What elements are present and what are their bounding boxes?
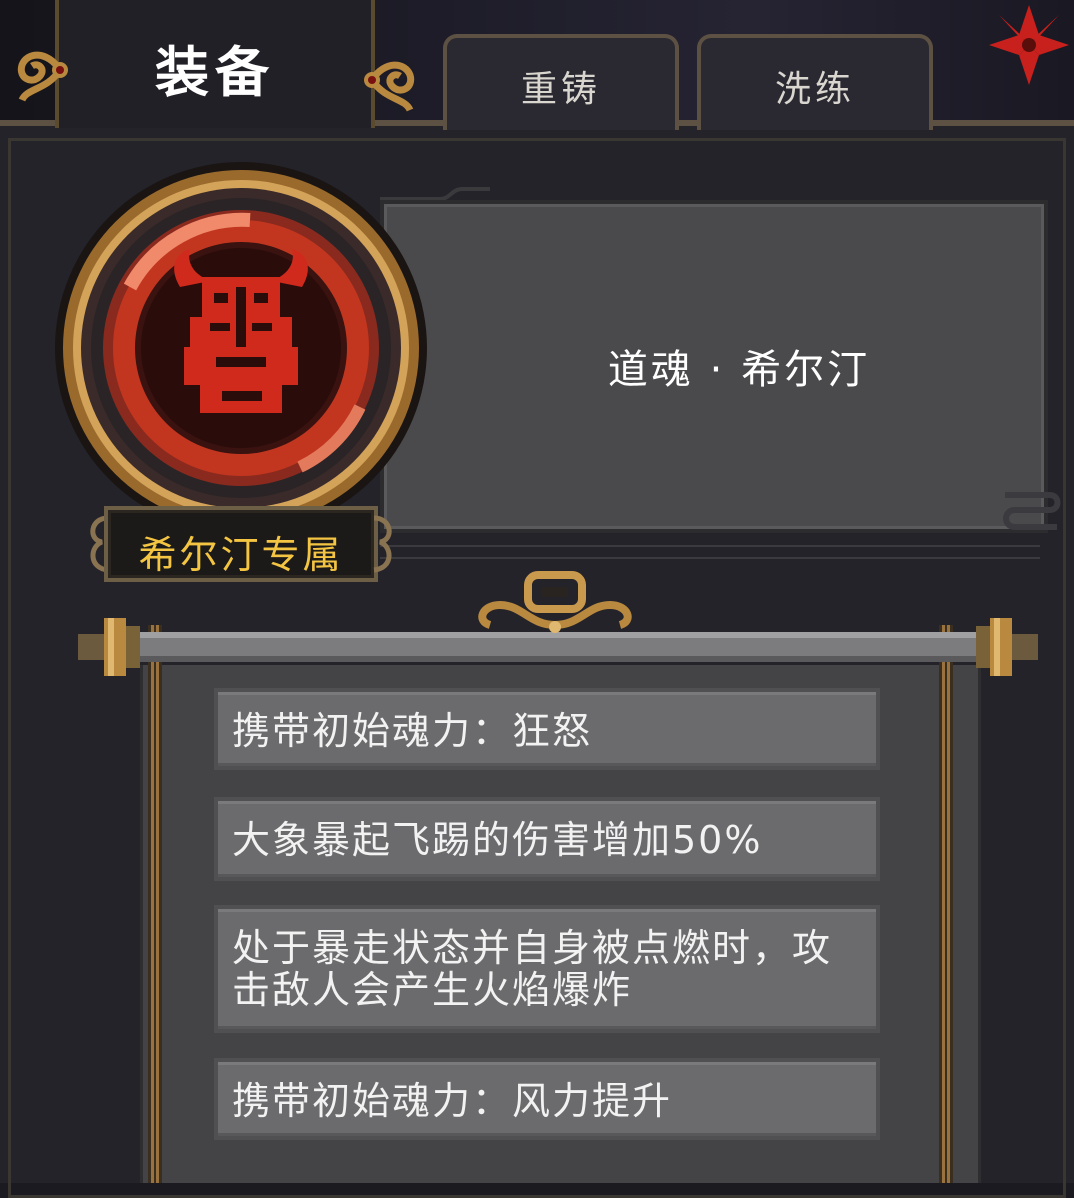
tab-reforge-label: 重铸 [520,69,601,110]
item-name-plate: 道魂 · 希尔汀 [380,200,1048,533]
tab-refine-label: 洗练 [774,69,855,110]
exclusive-badge: 希尔汀专属 [82,500,400,588]
tab-reforge[interactable]: 重铸 [443,34,679,130]
tab-equip-label: 装备 [155,41,275,104]
exclusive-label: 希尔汀专属 [138,533,344,577]
item-name: 道魂 · 希尔汀 [607,347,871,393]
effect-row-1: 携带初始魂力：狂怒 [214,688,880,770]
tab-ornament-left-icon [17,51,68,102]
tab-ornament-right-icon [364,61,415,112]
effect-text-1: 携带初始魂力：狂怒 [232,709,593,753]
scroll-top-ornament-icon [478,571,632,633]
scroll-stripe-left [148,625,162,1183]
badge-frame: 希尔汀专属 [104,506,378,582]
item-medallion[interactable] [50,157,432,539]
red-flower-decoration [989,5,1069,85]
effect-text-4: 携带初始魂力：风力提升 [232,1079,673,1123]
name-plate-underline [380,545,1040,559]
scroll-stripe-right [939,625,953,1183]
effect-text-3: 处于暴走状态并自身被点燃时，攻击敌人会产生火焰爆炸 [232,926,833,1012]
badge-ornament-right-icon [373,515,392,573]
effect-row-4: 携带初始魂力：风力提升 [214,1058,880,1140]
effect-row-3: 处于暴走状态并自身被点燃时，攻击敌人会产生火焰爆炸 [214,905,880,1033]
effect-row-2: 大象暴起飞踢的伤害增加50% [214,797,880,881]
effect-text-2: 大象暴起飞踢的伤害增加50% [232,818,763,862]
tab-equip[interactable]: 装备 [55,0,375,128]
tab-refine[interactable]: 洗练 [697,34,933,130]
